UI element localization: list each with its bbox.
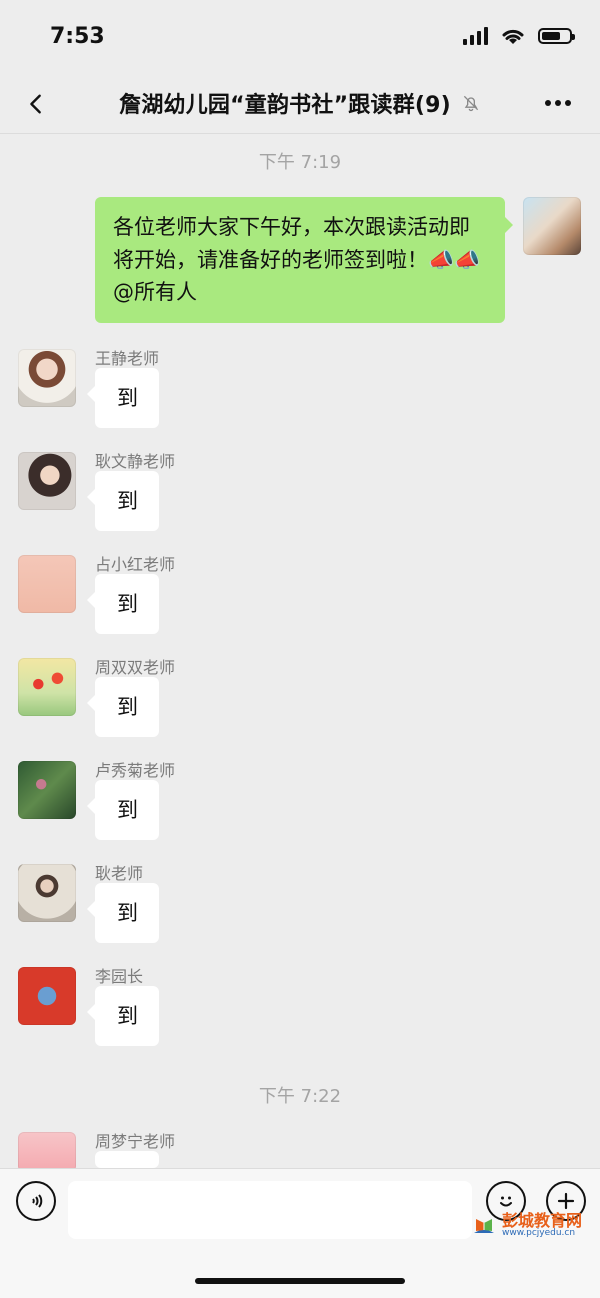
message-bubble[interactable]: 到 [87, 471, 159, 531]
avatar[interactable] [18, 658, 76, 716]
home-indicator-area [0, 1252, 600, 1298]
watermark-main-text: 彭城教育网 [502, 1210, 583, 1230]
message-bubble[interactable]: 到 [87, 677, 159, 737]
message-input[interactable] [68, 1181, 472, 1239]
avatar[interactable] [18, 967, 76, 1025]
sender-name: 周梦宁老师 [95, 1132, 176, 1151]
plus-icon [557, 1192, 575, 1210]
more-button[interactable] [538, 88, 578, 118]
watermark: 彭城教育网 www.pcjyedu.cn [472, 1212, 590, 1238]
watermark-text: 彭城教育网 www.pcjyedu.cn [502, 1210, 583, 1238]
bell-slash-icon [463, 95, 479, 111]
watermark-url-text: www.pcjyedu.cn [502, 1227, 576, 1238]
back-button[interactable] [18, 86, 54, 122]
avatar[interactable] [18, 864, 76, 922]
battery-icon [538, 28, 575, 44]
avatar[interactable] [18, 1132, 76, 1172]
voice-icon [32, 1194, 43, 1208]
watermark-logo-icon [474, 1219, 494, 1233]
timestamp: 下午 7:19 [258, 152, 342, 173]
emoji-icon [500, 1196, 512, 1207]
sender-name: 占小红老师 [95, 555, 176, 574]
status-time: 7:53 [50, 23, 105, 49]
sender-name: 李园长 [95, 967, 144, 986]
input-bar [0, 1168, 600, 1252]
message-bubble[interactable]: 到 [87, 883, 159, 943]
message-bubble[interactable]: 到 [87, 368, 159, 428]
chat-title: 詹湖幼儿园“童韵书社”跟读群(9) [119, 87, 481, 119]
sender-name: 耿文静老师 [95, 452, 176, 471]
sender-name: 耿老师 [95, 864, 144, 883]
more-dots-icon [545, 100, 571, 106]
message-bubble[interactable]: 各位老师大家下午好，本次跟读活动即将开始，请准备好的老师签到啦！📣📣@所有人 [95, 197, 513, 323]
avatar[interactable] [18, 452, 76, 510]
message-bubble[interactable] [87, 1151, 159, 1185]
avatar[interactable] [18, 349, 76, 407]
chevron-left-icon [30, 94, 41, 114]
chat-title-text: 詹湖幼儿园“童韵书社”跟读群(9) [119, 92, 451, 118]
message-bubble[interactable]: 到 [87, 780, 159, 840]
sender-name: 王静老师 [95, 349, 160, 368]
voice-button[interactable] [16, 1181, 56, 1221]
nav-bar: 詹湖幼儿园“童韵书社”跟读群(9) [0, 72, 600, 134]
timestamp: 下午 7:22 [258, 1086, 342, 1107]
status-bar: 7:53 [0, 0, 600, 72]
status-icons [463, 27, 575, 45]
sender-name: 周双双老师 [95, 658, 176, 677]
sender-name: 卢秀菊老师 [95, 761, 176, 780]
signal-icon [463, 27, 488, 45]
home-indicator[interactable] [195, 1278, 405, 1284]
message-bubble[interactable]: 到 [87, 574, 159, 634]
avatar[interactable] [523, 197, 581, 255]
wifi-icon [502, 29, 524, 44]
avatar[interactable] [18, 761, 76, 819]
avatar[interactable] [18, 555, 76, 613]
message-bubble[interactable]: 到 [87, 986, 159, 1046]
